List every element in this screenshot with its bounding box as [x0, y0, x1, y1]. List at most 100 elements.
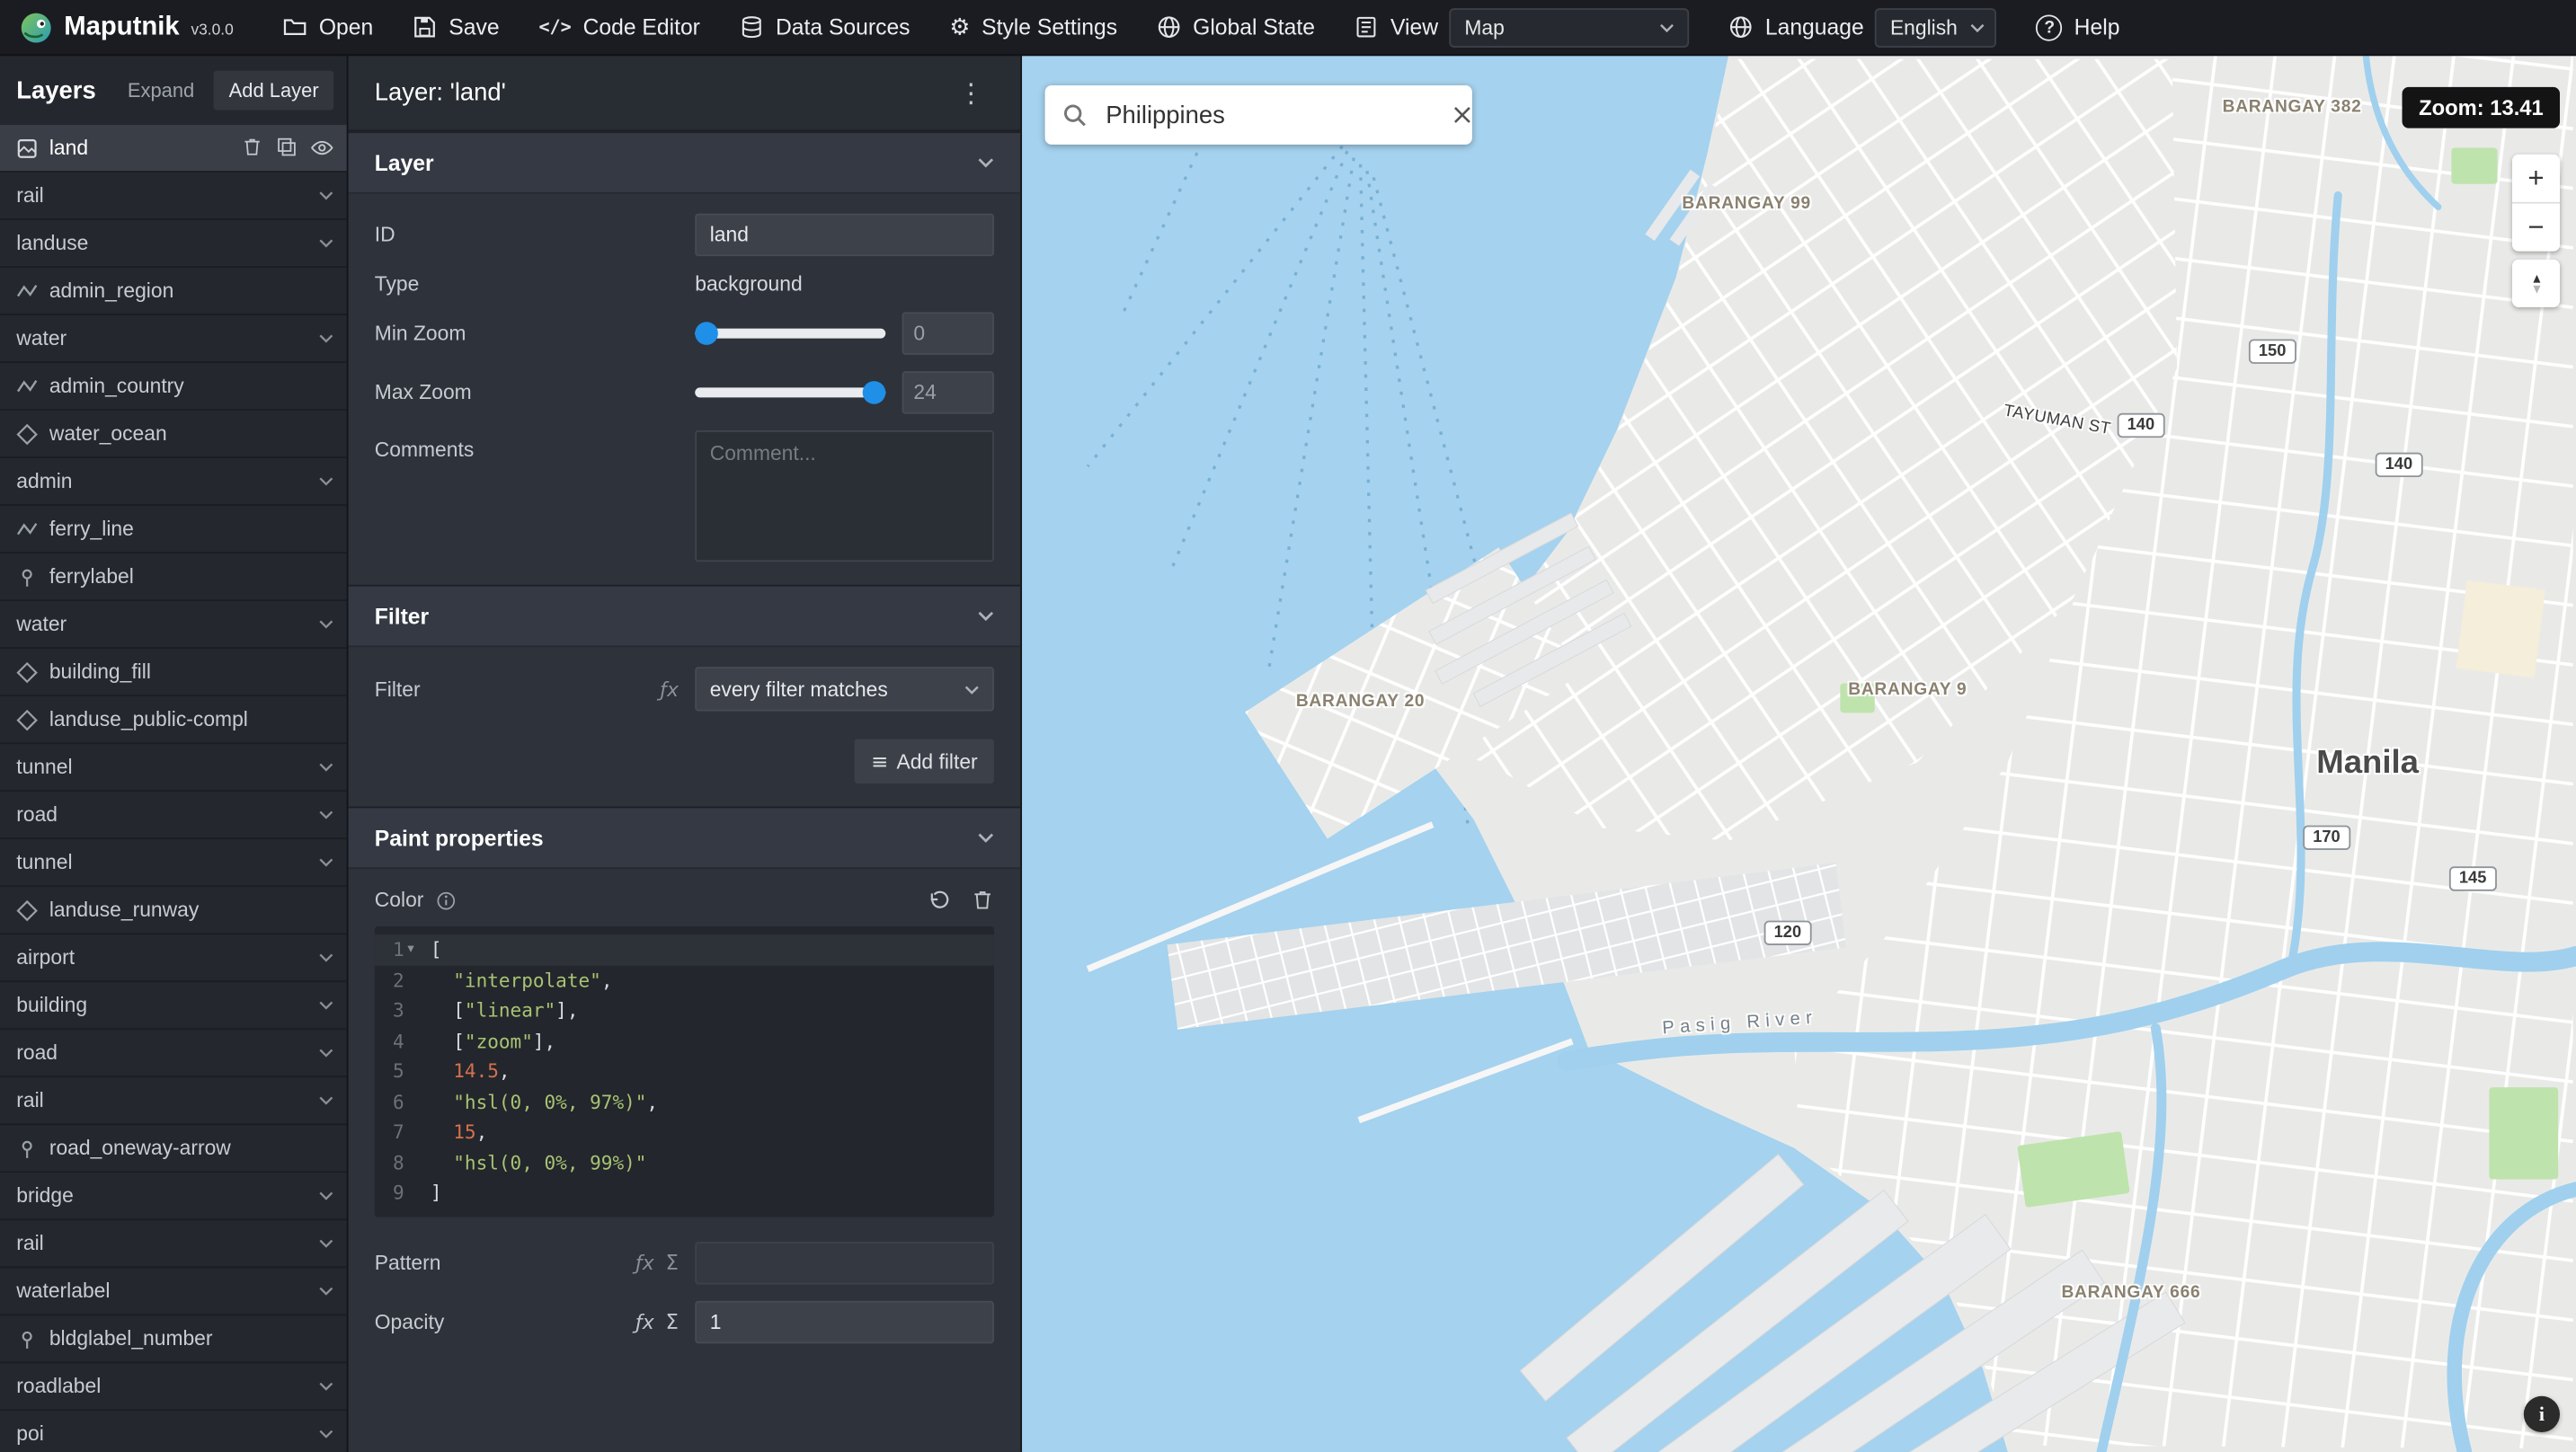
layer-row[interactable]: land [0, 125, 347, 173]
section-header-filter[interactable]: Filter [349, 585, 1021, 647]
code-line[interactable]: 1▾ [ [375, 934, 994, 965]
layer-row[interactable]: landuse_runway [0, 887, 347, 934]
code-line[interactable]: 3 ["linear"], [375, 996, 994, 1026]
code-line[interactable]: 6 "hsl(0, 0%, 97%)", [375, 1086, 994, 1117]
code-line[interactable]: 5 14.5, [375, 1056, 994, 1086]
layer-row[interactable]: landuse_public-compl [0, 696, 347, 744]
comments-label: Comments [375, 430, 695, 462]
layer-row[interactable]: tunnel [0, 744, 347, 792]
delete-value-icon[interactable] [971, 889, 994, 912]
undo-icon[interactable] [928, 889, 952, 912]
layer-row[interactable]: building_fill [0, 649, 347, 696]
layer-row[interactable]: airport [0, 934, 347, 982]
add-filter-button[interactable]: ≡ Add filter [855, 739, 994, 784]
zoom-in-button[interactable]: + [2512, 155, 2560, 202]
code-line[interactable]: 2 "interpolate", [375, 965, 994, 996]
layer-row[interactable]: admin_country [0, 363, 347, 411]
clear-search-icon[interactable] [1451, 103, 1474, 127]
code-editor-button[interactable]: </> Code Editor [538, 14, 699, 39]
data-sigma-icon[interactable]: Σ [666, 1250, 679, 1274]
expression-fx-icon[interactable]: ƒx [660, 677, 679, 701]
search-input[interactable] [1103, 100, 1436, 131]
add-layer-button[interactable]: Add Layer [214, 71, 333, 111]
section-header-paint[interactable]: Paint properties [349, 807, 1021, 869]
compass-button[interactable] [2512, 260, 2560, 307]
layer-row[interactable]: rail [0, 1220, 347, 1268]
section-header-layer[interactable]: Layer [349, 131, 1021, 193]
layer-row[interactable]: water [0, 315, 347, 363]
zoom-out-button[interactable]: − [2512, 204, 2560, 252]
color-code-editor[interactable]: 1▾ [ 2 "interpolate", 3 ["linear"], 4 ["… [375, 926, 994, 1217]
min-zoom-input[interactable] [902, 312, 994, 355]
layer-row[interactable]: waterlabel [0, 1268, 347, 1315]
layer-row[interactable]: landuse [0, 220, 347, 268]
road-shield: 170 [2303, 826, 2349, 850]
open-button[interactable]: Open [283, 14, 374, 39]
info-icon[interactable] [435, 890, 457, 911]
layer-row[interactable]: road_oneway-arrow [0, 1125, 347, 1173]
chevron-down-icon [319, 762, 333, 772]
chevron-down-icon [978, 611, 994, 621]
layer-row[interactable]: admin [0, 458, 347, 506]
expression-fx-icon[interactable]: ƒx [635, 1310, 654, 1333]
map-canvas[interactable]: BARANGAY 382BARANGAY 99TAYUMAN STBARANGA… [1022, 56, 2576, 1452]
layer-row[interactable]: roadlabel [0, 1363, 347, 1411]
map-label: Manila [2316, 745, 2419, 783]
kebab-menu-icon[interactable]: ⋮ [948, 75, 994, 110]
global-state-button[interactable]: Global State [1157, 14, 1315, 39]
layer-row[interactable]: building [0, 982, 347, 1030]
duplicate-layer-icon[interactable] [276, 137, 298, 160]
pattern-input[interactable] [695, 1241, 994, 1284]
layer-row[interactable]: tunnel [0, 839, 347, 887]
layer-row[interactable]: water_ocean [0, 411, 347, 458]
map-label: BARANGAY 382 [2223, 97, 2362, 117]
layer-row[interactable]: rail [0, 173, 347, 220]
layer-row[interactable]: bridge [0, 1173, 347, 1220]
chevron-down-icon [319, 333, 333, 343]
layer-row[interactable]: road [0, 1030, 347, 1077]
toggle-visibility-eye-icon[interactable] [310, 137, 333, 160]
data-sigma-icon[interactable]: Σ [666, 1309, 679, 1333]
layer-row-label: landuse [16, 232, 307, 255]
layer-row[interactable]: road [0, 792, 347, 839]
layer-row[interactable]: ferry_line [0, 506, 347, 553]
language-select[interactable]: English [1875, 7, 1996, 47]
max-zoom-input[interactable] [902, 371, 994, 414]
help-button[interactable]: ? Help [2037, 14, 2120, 40]
layer-row[interactable]: rail [0, 1077, 347, 1125]
layer-row-label: road [16, 1041, 307, 1065]
delete-layer-icon[interactable] [242, 137, 263, 160]
pattern-label-wrap: Pattern ƒx Σ [375, 1250, 695, 1274]
comments-textarea[interactable] [695, 430, 994, 562]
min-zoom-slider[interactable] [695, 312, 885, 355]
layer-row[interactable]: water [0, 601, 347, 649]
code-line[interactable]: 9 ] [375, 1178, 994, 1209]
expression-fx-icon[interactable]: ƒx [635, 1251, 654, 1274]
layers-header: Layers Expand Add Layer [0, 56, 347, 125]
code-line[interactable]: 8 "hsl(0, 0%, 99%)" [375, 1147, 994, 1178]
layer-row[interactable]: bldglabel_number [0, 1315, 347, 1363]
language-menu[interactable]: Language English [1729, 7, 1997, 47]
layer-row[interactable]: poi [0, 1411, 347, 1452]
code-line[interactable]: 7 15, [375, 1117, 994, 1147]
view-select[interactable]: Map [1450, 7, 1690, 47]
max-zoom-slider[interactable] [695, 371, 885, 414]
code-line[interactable]: 4 ["zoom"], [375, 1026, 994, 1057]
slider-handle[interactable] [863, 381, 886, 404]
style-settings-button[interactable]: ⚙ Style Settings [949, 14, 1117, 40]
compass-icon [2525, 272, 2548, 296]
expand-button[interactable]: Expand [121, 75, 201, 105]
opacity-input[interactable] [695, 1300, 994, 1343]
attribution-info-button[interactable]: i [2524, 1396, 2560, 1432]
layer-row[interactable]: admin_region [0, 268, 347, 315]
data-sources-button[interactable]: Data Sources [740, 14, 910, 39]
layer-row[interactable]: ferrylabel [0, 553, 347, 601]
filter-combiner-select[interactable]: every filter matches [695, 667, 994, 711]
layer-id-input[interactable] [695, 214, 994, 257]
layer-row-label: water [16, 613, 307, 636]
layer-type-value[interactable]: background [695, 272, 802, 296]
slider-handle[interactable] [695, 322, 718, 345]
view-menu[interactable]: View Map [1355, 7, 1690, 47]
layer-row-label: road [16, 803, 307, 827]
save-button[interactable]: Save [413, 14, 499, 39]
